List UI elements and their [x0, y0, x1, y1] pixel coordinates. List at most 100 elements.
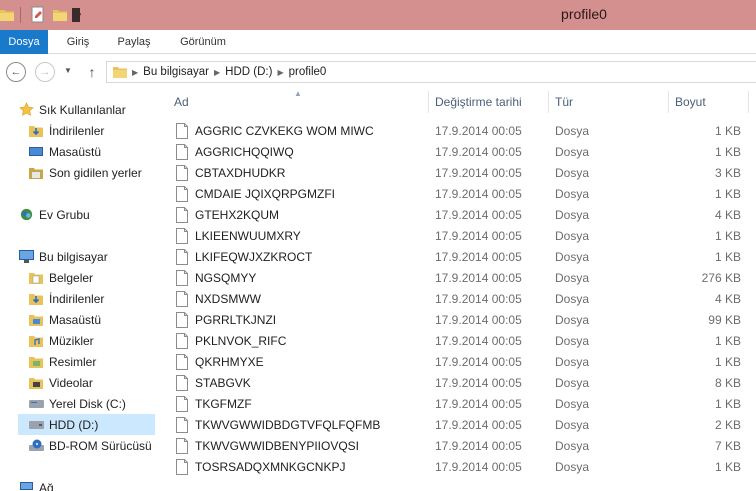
file-size: 3 KB: [714, 166, 741, 180]
back-button[interactable]: ←: [6, 62, 26, 82]
table-row[interactable]: TKWVGWWIDBENYPIIOVQSI 17.9.2014 00:05 Dosy…: [158, 436, 756, 457]
tab-share[interactable]: Paylaş: [110, 30, 158, 54]
column-divider[interactable]: [548, 91, 549, 113]
sidebar-item-network[interactable]: Ağ: [18, 477, 54, 491]
videos-folder-icon: [28, 375, 44, 391]
table-row[interactable]: STABGVK 17.9.2014 00:05 Dosya 8 KB: [158, 373, 756, 394]
file-date: 17.9.2014 00:05: [435, 250, 522, 264]
sidebar-item-music[interactable]: Müzikler: [28, 330, 94, 351]
file-date: 17.9.2014 00:05: [435, 313, 522, 327]
file-size: 4 KB: [714, 208, 741, 222]
breadcrumb-profile0[interactable]: profile0: [289, 66, 327, 78]
column-divider[interactable]: [668, 91, 669, 113]
file-date: 17.9.2014 00:05: [435, 166, 522, 180]
sidebar-item-hdd-d[interactable]: HDD (D:): [18, 414, 155, 435]
table-row[interactable]: LKIEENWUUMXRY 17.9.2014 00:05 Dosya 1 KB: [158, 226, 756, 247]
recent-locations-chevron-icon[interactable]: ▼: [64, 66, 72, 75]
music-folder-icon: [28, 333, 44, 349]
file-type: Dosya: [555, 124, 590, 138]
column-divider[interactable]: [748, 91, 749, 113]
file-date: 17.9.2014 00:05: [435, 355, 522, 369]
tab-home[interactable]: Giriş: [58, 30, 98, 54]
file-size: 1 KB: [714, 397, 741, 411]
file-size: 1 KB: [714, 250, 741, 264]
chevron-right-icon[interactable]: ▶: [277, 68, 283, 77]
sidebar-item-label: Yerel Disk (C:): [49, 396, 126, 411]
column-header-size[interactable]: Boyut: [675, 89, 706, 115]
sidebar-item-bd-rom[interactable]: BD-ROM Sürücüsü (: [28, 435, 155, 456]
file-size: 1 KB: [714, 145, 741, 159]
ribbon-tabs: Dosya Giriş Paylaş Görünüm: [0, 30, 756, 54]
file-name: TKWVGWWIDBDGTVFQLFQFMB: [195, 418, 381, 432]
column-header-date[interactable]: Değiştirme tarihi: [435, 89, 522, 115]
column-divider[interactable]: [428, 91, 429, 113]
table-row[interactable]: NXDSMWW 17.9.2014 00:05 Dosya 4 KB: [158, 289, 756, 310]
up-arrow-icon[interactable]: ↑: [84, 62, 100, 82]
file-icon: [176, 228, 188, 244]
sidebar-item-desktop-pc[interactable]: Masaüstü: [28, 309, 101, 330]
file-icon: [176, 417, 188, 433]
file-type: Dosya: [555, 418, 590, 432]
file-type: Dosya: [555, 271, 590, 285]
file-size: 1 KB: [714, 124, 741, 138]
sidebar-item-videos[interactable]: Videolar: [28, 372, 93, 393]
file-date: 17.9.2014 00:05: [435, 271, 522, 285]
file-type: Dosya: [555, 292, 590, 306]
file-name: AGGRICHQQIWQ: [195, 145, 294, 159]
sidebar-item-desktop[interactable]: Masaüstü: [28, 141, 101, 162]
sidebar-item-local-disk-c[interactable]: Yerel Disk (C:): [28, 393, 126, 414]
table-row[interactable]: LKIFEQWJXZKROCT 17.9.2014 00:05 Dosya 1 KB: [158, 247, 756, 268]
column-header-name[interactable]: Ad: [174, 89, 189, 115]
table-row[interactable]: PKLNVOK_RIFC 17.9.2014 00:05 Dosya 1 KB: [158, 331, 756, 352]
sidebar-item-downloads-pc[interactable]: İndirilenler: [28, 288, 104, 309]
chevron-right-icon[interactable]: ▶: [214, 68, 220, 77]
file-icon: [176, 165, 188, 181]
table-row[interactable]: TKGFMZF 17.9.2014 00:05 Dosya 1 KB: [158, 394, 756, 415]
file-type: Dosya: [555, 166, 590, 180]
file-size: 1 KB: [714, 229, 741, 243]
sidebar-item-documents[interactable]: Belgeler: [28, 267, 93, 288]
sidebar-item-pictures[interactable]: Resimler: [28, 351, 96, 372]
file-name: NGSQMYY: [195, 271, 257, 285]
table-row[interactable]: CBTAXDHUDKR 17.9.2014 00:05 Dosya 3 KB: [158, 163, 756, 184]
file-icon: [176, 123, 188, 139]
file-date: 17.9.2014 00:05: [435, 229, 522, 243]
table-row[interactable]: AGGRIC CZVKEKG WOM MIWC 17.9.2014 00:05 Do…: [158, 121, 756, 142]
file-name: LKIEENWUUMXRY: [195, 229, 301, 243]
file-name: CBTAXDHUDKR: [195, 166, 286, 180]
table-row[interactable]: CMDAIE JQIXQRPGMZFI 17.9.2014 00:05 Dosya 1…: [158, 184, 756, 205]
table-row[interactable]: AGGRICHQQIWQ 17.9.2014 00:05 Dosya 1 KB: [158, 142, 756, 163]
file-type: Dosya: [555, 439, 590, 453]
sidebar-item-this-pc[interactable]: Bu bilgisayar: [18, 246, 108, 267]
column-header-type[interactable]: Tür: [555, 89, 573, 115]
file-icon: [176, 333, 188, 349]
file-name: PGRRLTKJNZI: [195, 313, 277, 327]
file-icon: [176, 186, 188, 202]
breadcrumb-hdd[interactable]: HDD (D:): [225, 66, 272, 78]
chevron-right-icon[interactable]: ▶: [132, 68, 138, 77]
sidebar-item-downloads[interactable]: İndirilenler: [28, 120, 104, 141]
forward-button[interactable]: →: [35, 62, 55, 82]
tab-file[interactable]: Dosya: [0, 30, 48, 54]
table-row[interactable]: TKWVGWWIDBDGTVFQLFQFMB 17.9.2014 00:05 Dos…: [158, 415, 756, 436]
window-title: profile0: [561, 6, 607, 22]
table-row[interactable]: QKRHMYXE 17.9.2014 00:05 Dosya 1 KB: [158, 352, 756, 373]
local-disk-icon: [28, 396, 44, 412]
sidebar-item-favorites[interactable]: Sık Kullanılanlar: [18, 99, 126, 120]
sidebar-item-label: İndirilenler: [49, 123, 105, 138]
table-row[interactable]: TOSRSADQXMNKGCNKPJ 17.9.2014 00:05 Dosya 1 …: [158, 457, 756, 478]
table-row[interactable]: GTEHX2KQUM 17.9.2014 00:05 Dosya 4 KB: [158, 205, 756, 226]
address-bar[interactable]: ▶ Bu bilgisayar ▶ HDD (D:) ▶ profile0: [106, 61, 756, 83]
sidebar-item-label: Sık Kullanılanlar: [39, 102, 126, 117]
table-row[interactable]: PGRRLTKJNZI 17.9.2014 00:05 Dosya 99 KB: [158, 310, 756, 331]
table-row[interactable]: NGSQMYY 17.9.2014 00:05 Dosya 276 KB: [158, 268, 756, 289]
title-bar: ▾ profile0: [0, 0, 756, 30]
file-name: LKIFEQWJXZKROCT: [195, 250, 313, 264]
sidebar-item-recent-places[interactable]: Son gidilen yerler: [28, 162, 142, 183]
sidebar-item-homegroup[interactable]: Ev Grubu: [18, 204, 90, 225]
file-date: 17.9.2014 00:05: [435, 145, 522, 159]
breadcrumb-this-pc[interactable]: Bu bilgisayar: [143, 66, 209, 78]
sidebar-item-label: Son gidilen yerler: [49, 165, 142, 180]
tab-view[interactable]: Görünüm: [170, 30, 236, 54]
file-icon: [176, 207, 188, 223]
